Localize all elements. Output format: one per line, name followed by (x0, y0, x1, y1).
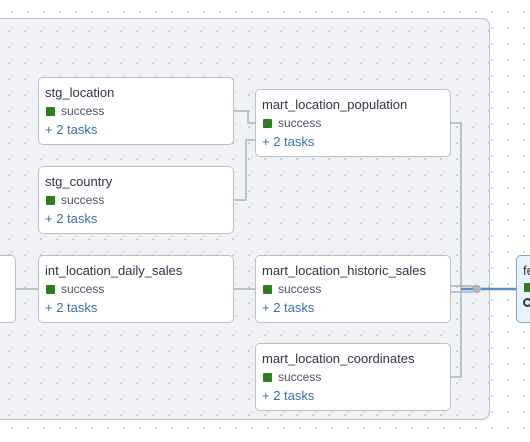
success-status-icon (524, 282, 530, 292)
history-icon (523, 298, 530, 307)
success-status-icon (263, 118, 272, 128)
expand-tasks-link[interactable]: + 2 tasks (45, 122, 97, 137)
node-int-location-daily-sales[interactable]: int_location_daily_sales success + 2 tas… (38, 255, 234, 323)
status-label: success (61, 282, 105, 296)
node-mart-location-population[interactable]: mart_location_population success + 2 tas… (255, 89, 451, 157)
expand-tasks-link[interactable]: + 2 tasks (262, 388, 314, 403)
status-label: success (61, 193, 105, 207)
node-title: mart_location_coordinates (262, 351, 415, 366)
node-stg-country[interactable]: stg_country success + 2 tasks (38, 166, 234, 234)
status-row (523, 279, 530, 295)
status-row: success (262, 281, 450, 297)
success-status-icon (46, 195, 55, 205)
status-row: success (45, 103, 233, 119)
expand-tasks-link[interactable]: + 2 tasks (262, 134, 314, 149)
success-status-icon (46, 106, 55, 116)
success-status-icon (263, 284, 272, 294)
status-row: success (262, 369, 450, 385)
status-label: success (278, 282, 322, 296)
success-status-icon (46, 284, 55, 294)
node-title: mart_location_historic_sales (262, 263, 427, 278)
node-title: stg_location (45, 85, 115, 100)
status-label: success (278, 116, 322, 130)
node-mart-location-historic-sales[interactable]: mart_location_historic_sales success + 2… (255, 255, 451, 323)
node-title: stg_country (45, 174, 113, 189)
node-downstream-partial[interactable]: fe (516, 255, 530, 323)
node-stg-location[interactable]: stg_location success + 2 tasks (38, 77, 234, 145)
status-row: success (45, 192, 233, 208)
node-title: mart_location_population (262, 97, 408, 112)
expand-tasks-link[interactable]: + 2 tasks (45, 300, 97, 315)
status-label: success (61, 104, 105, 118)
expand-tasks-link[interactable]: + 2 tasks (45, 211, 97, 226)
node-mart-location-coordinates[interactable]: mart_location_coordinates success + 2 ta… (255, 343, 451, 411)
node-title: fe (523, 263, 530, 278)
status-label: success (278, 370, 322, 384)
node-title: int_location_daily_sales (45, 263, 183, 278)
success-status-icon (263, 372, 272, 382)
status-row: success (262, 115, 450, 131)
status-row: success (45, 281, 233, 297)
upstream-node-partial[interactable] (0, 255, 16, 323)
expand-tasks-link[interactable]: + 2 tasks (262, 300, 314, 315)
